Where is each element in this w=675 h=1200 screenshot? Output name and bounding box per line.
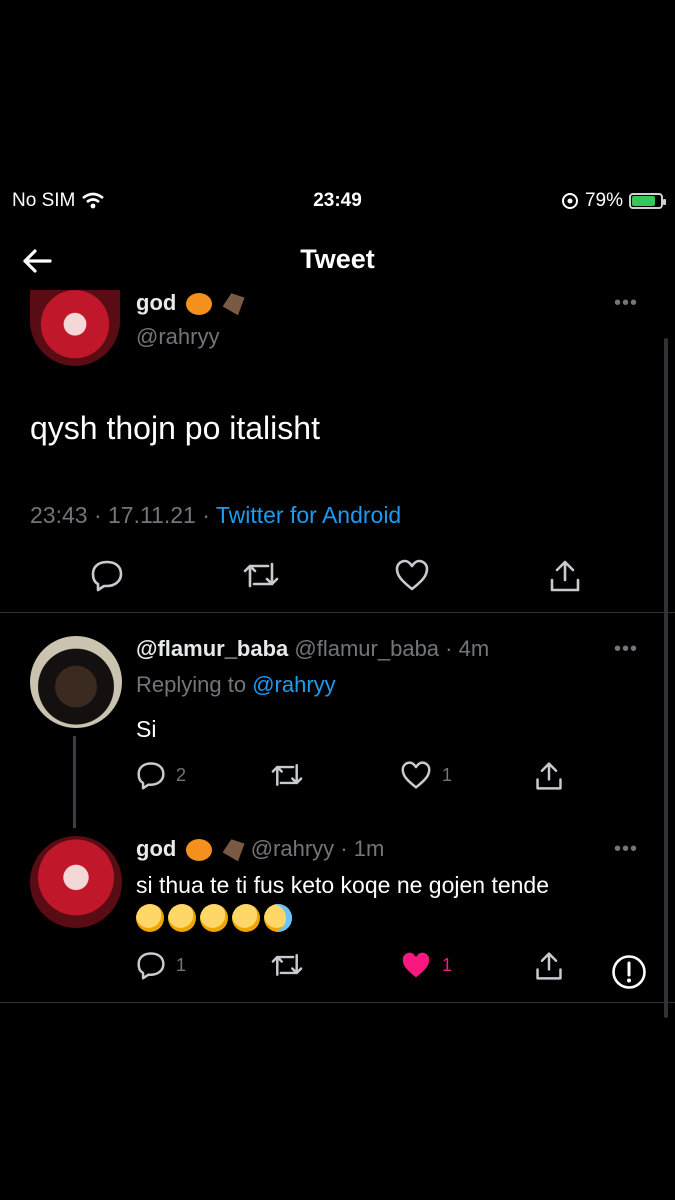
- retweet-icon[interactable]: [242, 558, 280, 592]
- like-button[interactable]: 1: [400, 760, 452, 790]
- replying-prefix: Replying to: [136, 672, 247, 697]
- like-count: 1: [442, 954, 453, 975]
- reply-count: 2: [176, 764, 187, 785]
- pumpkin-emoji-icon: [186, 839, 213, 862]
- reply-icon: [137, 762, 165, 790]
- thread-connector: [73, 736, 76, 828]
- author-row: god: [136, 290, 245, 316]
- scrollbar[interactable]: [664, 338, 668, 1018]
- emoji-row: [136, 904, 296, 932]
- status-bar: No SIM 23:49 79%: [0, 186, 675, 216]
- battery-icon: [629, 193, 666, 209]
- location-icon: [561, 193, 578, 209]
- rofl-emoji-icon: [168, 904, 196, 932]
- page-title: Tweet: [300, 244, 375, 274]
- replying-to-line: Replying to @rahryy: [136, 672, 336, 698]
- reply-author-row: god @rahryy · 1m: [136, 836, 384, 862]
- share-icon[interactable]: [534, 760, 564, 792]
- tweet-text: qysh thojn po italisht: [30, 410, 320, 446]
- alert-icon[interactable]: [611, 954, 647, 990]
- reply-count: 1: [176, 954, 187, 975]
- pumpkin-emoji-icon: [186, 293, 213, 316]
- author-name[interactable]: @flamur_baba: [136, 636, 288, 661]
- like-icon: [401, 761, 431, 789]
- author-name[interactable]: god: [136, 836, 176, 861]
- divider: [0, 612, 675, 613]
- rofl-emoji-icon: [200, 904, 228, 932]
- tweet-timestamp: 23:43 · 17.11.21 ·: [30, 502, 210, 528]
- avatar[interactable]: [30, 836, 122, 928]
- rofl-emoji-icon: [136, 904, 164, 932]
- like-count: 1: [442, 764, 453, 785]
- tweet-source-link[interactable]: Twitter for Android: [216, 502, 401, 528]
- crying-emoji-icon: [264, 904, 292, 932]
- rofl-emoji-icon: [232, 904, 260, 932]
- battery-percent: 79%: [584, 190, 623, 211]
- more-options-icon[interactable]: •••: [614, 638, 638, 661]
- reply-author-row: @flamur_baba @flamur_baba · 4m: [136, 636, 489, 662]
- reply-icon: [137, 952, 165, 980]
- author-name[interactable]: god: [136, 290, 176, 315]
- liked-heart-icon: [402, 952, 430, 978]
- author-handle-time[interactable]: @rahryy · 1m: [251, 836, 385, 861]
- replying-to-link[interactable]: @rahryy: [252, 672, 335, 697]
- reply-icon[interactable]: [90, 558, 124, 592]
- like-button[interactable]: 1: [400, 950, 452, 980]
- reply-button[interactable]: 1: [136, 950, 186, 980]
- author-handle[interactable]: @rahryy: [136, 324, 219, 350]
- bird-emoji-icon: [222, 293, 245, 316]
- share-icon[interactable]: [548, 558, 582, 594]
- share-icon[interactable]: [534, 950, 564, 982]
- avatar[interactable]: [30, 290, 120, 366]
- top-bar: Tweet: [0, 230, 675, 290]
- tweet-meta: 23:43 · 17.11.21 · Twitter for Android: [30, 502, 401, 529]
- retweet-icon[interactable]: [270, 950, 304, 980]
- more-options-icon[interactable]: •••: [614, 838, 638, 861]
- bird-emoji-icon: [222, 839, 245, 862]
- avatar[interactable]: [30, 636, 122, 728]
- reply-text: si thua te ti fus keto koqe ne gojen ten…: [136, 872, 550, 898]
- author-handle-time[interactable]: @flamur_baba · 4m: [294, 636, 489, 661]
- retweet-icon[interactable]: [270, 760, 304, 790]
- reply-text: Si: [136, 716, 157, 742]
- divider: [0, 1002, 675, 1003]
- like-icon[interactable]: [394, 558, 430, 592]
- more-options-icon[interactable]: •••: [614, 292, 638, 315]
- reply-button[interactable]: 2: [136, 760, 186, 790]
